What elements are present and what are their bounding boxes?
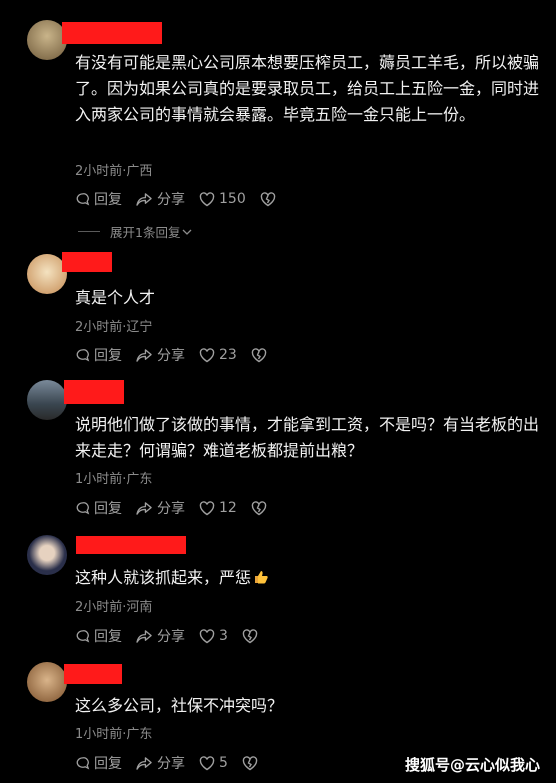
share-label: 分享 bbox=[157, 348, 185, 364]
comment-meta: 1小时前·广东 bbox=[75, 472, 153, 487]
comment-icon bbox=[76, 756, 90, 769]
comment-meta: 2小时前·辽宁 bbox=[75, 320, 153, 335]
reply-label: 回复 bbox=[94, 501, 122, 517]
comment-icon bbox=[76, 348, 90, 361]
broken-heart-icon bbox=[260, 191, 275, 206]
comment-meta: 2小时前·河南 bbox=[75, 600, 153, 615]
dislike-button[interactable] bbox=[242, 628, 262, 644]
share-button[interactable]: 分享 bbox=[136, 345, 185, 365]
redacted-username bbox=[64, 380, 124, 404]
comment-text: 这么多公司，社保不冲突吗？ bbox=[75, 696, 284, 715]
reply-label: 回复 bbox=[94, 348, 122, 364]
chevron-down-icon bbox=[182, 229, 192, 235]
heart-icon bbox=[199, 500, 215, 515]
heart-icon bbox=[199, 628, 215, 643]
broken-heart-icon bbox=[242, 755, 258, 770]
share-label: 分享 bbox=[157, 501, 185, 517]
comment-actions: 回复 分享 150 bbox=[75, 189, 294, 209]
like-button[interactable]: 150 bbox=[199, 191, 246, 207]
redacted-username bbox=[62, 22, 162, 44]
avatar[interactable] bbox=[27, 380, 67, 420]
reply-button[interactable]: 回复 bbox=[75, 626, 122, 646]
comment-text: 说明他们做了该做的事情，才能拿到工资，不是吗？有当老板的出来走走？何谓骗？难道老… bbox=[75, 415, 540, 460]
like-count: 23 bbox=[219, 347, 237, 363]
comment-actions: 回复 分享 23 bbox=[75, 345, 285, 365]
comment-meta: 2小时前·广西 bbox=[75, 164, 153, 179]
avatar[interactable] bbox=[27, 20, 67, 60]
share-button[interactable]: 分享 bbox=[136, 189, 185, 209]
broken-heart-icon bbox=[242, 628, 258, 643]
dislike-button[interactable] bbox=[251, 347, 271, 363]
comment-actions: 回复 分享 5 bbox=[75, 753, 276, 773]
reply-button[interactable]: 回复 bbox=[75, 345, 122, 365]
like-button[interactable]: 12 bbox=[199, 500, 237, 516]
comment-actions: 回复 分享 12 bbox=[75, 498, 285, 518]
heart-icon bbox=[199, 755, 215, 770]
like-count: 12 bbox=[219, 500, 237, 516]
share-icon bbox=[136, 192, 152, 206]
share-label: 分享 bbox=[157, 629, 185, 645]
avatar[interactable] bbox=[27, 662, 67, 702]
reply-button[interactable]: 回复 bbox=[75, 753, 122, 773]
share-icon bbox=[136, 756, 152, 770]
watermark: 搜狐号@云心似我心 bbox=[404, 756, 540, 774]
expand-replies[interactable]: 展开1条回复 bbox=[78, 222, 192, 241]
dislike-button[interactable] bbox=[242, 755, 262, 771]
like-button[interactable]: 23 bbox=[199, 347, 237, 363]
avatar[interactable] bbox=[27, 535, 67, 575]
like-count: 5 bbox=[219, 755, 228, 771]
reply-button[interactable]: 回复 bbox=[75, 189, 122, 209]
broken-heart-icon bbox=[251, 347, 267, 362]
reply-label: 回复 bbox=[94, 629, 122, 645]
share-icon bbox=[136, 348, 152, 362]
comment-text: 真是个人才 bbox=[75, 288, 156, 307]
avatar[interactable] bbox=[27, 254, 67, 294]
comment-meta: 1小时前·广东 bbox=[75, 727, 153, 742]
like-count: 150 bbox=[219, 191, 246, 207]
heart-icon bbox=[199, 191, 215, 206]
reply-label: 回复 bbox=[94, 756, 122, 772]
reply-label: 回复 bbox=[94, 192, 122, 208]
comment-icon bbox=[76, 629, 90, 642]
broken-heart-icon bbox=[251, 500, 267, 515]
redacted-username bbox=[64, 664, 122, 684]
share-label: 分享 bbox=[157, 192, 185, 208]
like-button[interactable]: 3 bbox=[199, 628, 228, 644]
comment-icon bbox=[76, 192, 90, 205]
dislike-button[interactable] bbox=[251, 500, 271, 516]
dislike-button[interactable] bbox=[260, 191, 280, 207]
share-icon bbox=[136, 629, 152, 643]
redacted-username bbox=[62, 252, 112, 272]
comment-text: 有没有可能是黑心公司原本想要压榨员工，薅员工羊毛，所以被骗了。因为如果公司真的是… bbox=[75, 53, 540, 124]
heart-icon bbox=[199, 347, 215, 362]
thumbs-up-emoji bbox=[255, 571, 268, 584]
like-button[interactable]: 5 bbox=[199, 755, 228, 771]
share-button[interactable]: 分享 bbox=[136, 626, 185, 646]
like-count: 3 bbox=[219, 628, 228, 644]
share-button[interactable]: 分享 bbox=[136, 753, 185, 773]
comment-text-content: 这种人就该抓起来，严惩 bbox=[75, 568, 252, 587]
expand-label: 展开1条回复 bbox=[110, 225, 181, 240]
share-button[interactable]: 分享 bbox=[136, 498, 185, 518]
reply-button[interactable]: 回复 bbox=[75, 498, 122, 518]
comment-text: 这种人就该抓起来，严惩 bbox=[75, 565, 540, 591]
divider bbox=[78, 231, 100, 232]
share-icon bbox=[136, 501, 152, 515]
redacted-username bbox=[76, 536, 186, 554]
comment-actions: 回复 分享 3 bbox=[75, 626, 276, 646]
comment-icon bbox=[76, 501, 90, 514]
share-label: 分享 bbox=[157, 756, 185, 772]
